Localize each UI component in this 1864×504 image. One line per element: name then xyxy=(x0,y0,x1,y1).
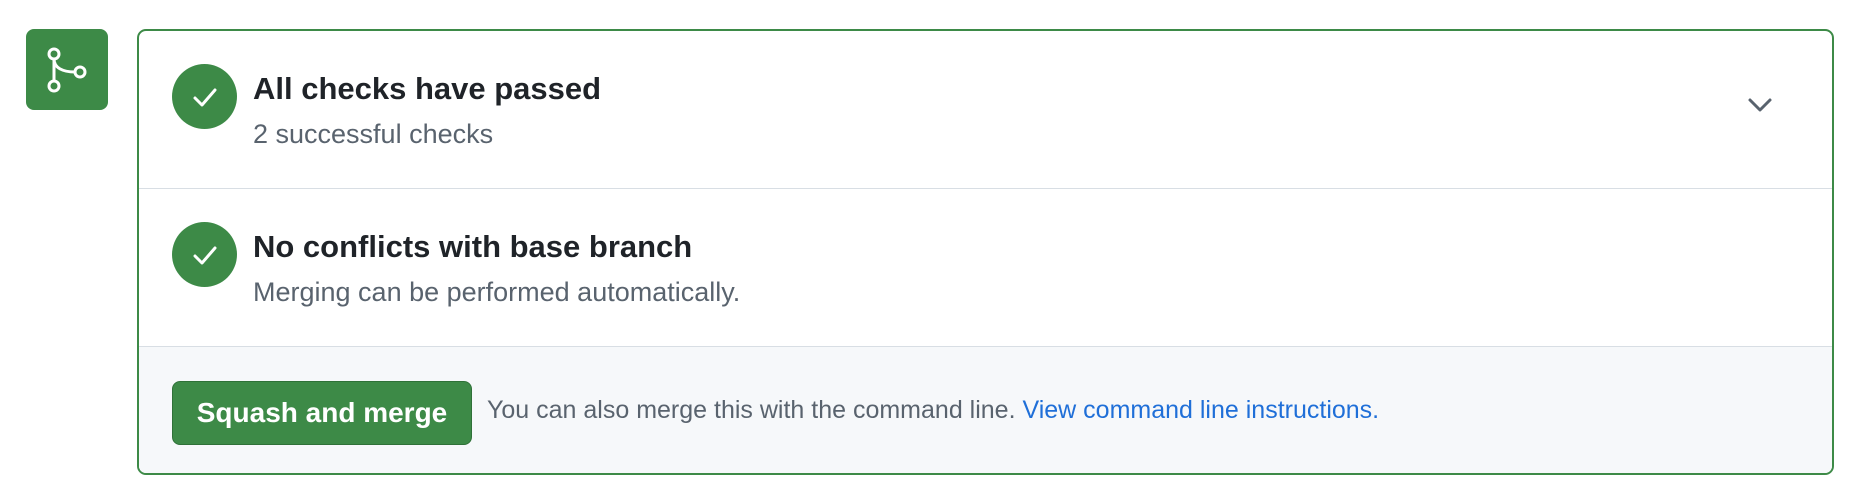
checks-title: All checks have passed xyxy=(253,71,602,106)
command-line-hint: You can also merge this with the command… xyxy=(487,396,1379,425)
conflicts-subtitle: Merging can be performed automatically. xyxy=(253,277,741,307)
squash-and-merge-button[interactable]: Squash and merge xyxy=(172,381,472,445)
merge-status-badge xyxy=(26,29,108,110)
checks-status-circle xyxy=(172,64,237,129)
conflicts-section: No conflicts with base branch Merging ca… xyxy=(139,189,1832,347)
expand-checks-button[interactable] xyxy=(1740,85,1780,125)
git-merge-icon xyxy=(47,47,87,92)
conflicts-title: No conflicts with base branch xyxy=(253,229,693,264)
checks-subtitle: 2 successful checks xyxy=(253,119,494,149)
check-icon xyxy=(193,88,216,106)
check-icon xyxy=(193,246,216,264)
merge-action-section: Squash and merge You can also merge this… xyxy=(139,347,1832,473)
merge-panel-root: All checks have passed 2 successful chec… xyxy=(0,0,1864,504)
command-line-hint-text: You can also merge this with the command… xyxy=(487,396,1016,424)
checks-section: All checks have passed 2 successful chec… xyxy=(139,31,1832,189)
merge-box: All checks have passed 2 successful chec… xyxy=(137,29,1834,475)
command-line-instructions-link[interactable]: View command line instructions. xyxy=(1022,396,1379,424)
chevron-down-icon xyxy=(1748,98,1772,112)
conflicts-status-circle xyxy=(172,222,237,287)
